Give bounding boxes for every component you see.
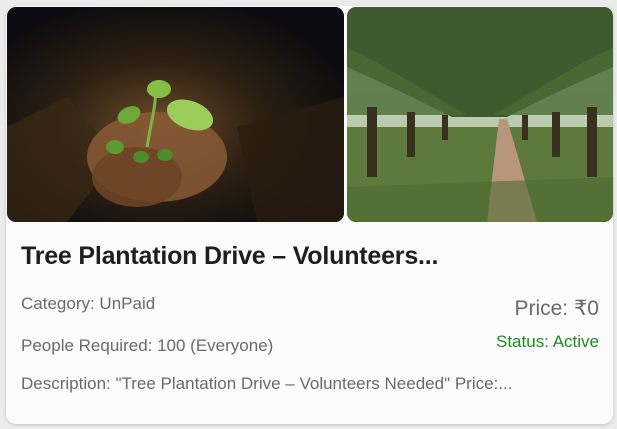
description-text: Description: "Tree Plantation Drive – Vo… [21, 374, 513, 393]
people-required-label: People Required: 100 (Everyone) [21, 336, 274, 355]
event-image-gallery [7, 7, 613, 222]
price-label: Price: ₹0 [514, 297, 599, 320]
event-card[interactable]: Tree Plantation Drive – Volunteers... Ca… [6, 6, 613, 424]
status-badge: Status: Active [496, 332, 599, 351]
seedling-in-hands-image[interactable] [7, 7, 344, 222]
category-label: Category: UnPaid [21, 294, 156, 313]
event-title[interactable]: Tree Plantation Drive – Volunteers... [21, 242, 601, 271]
tree-lined-path-image[interactable] [347, 7, 613, 222]
